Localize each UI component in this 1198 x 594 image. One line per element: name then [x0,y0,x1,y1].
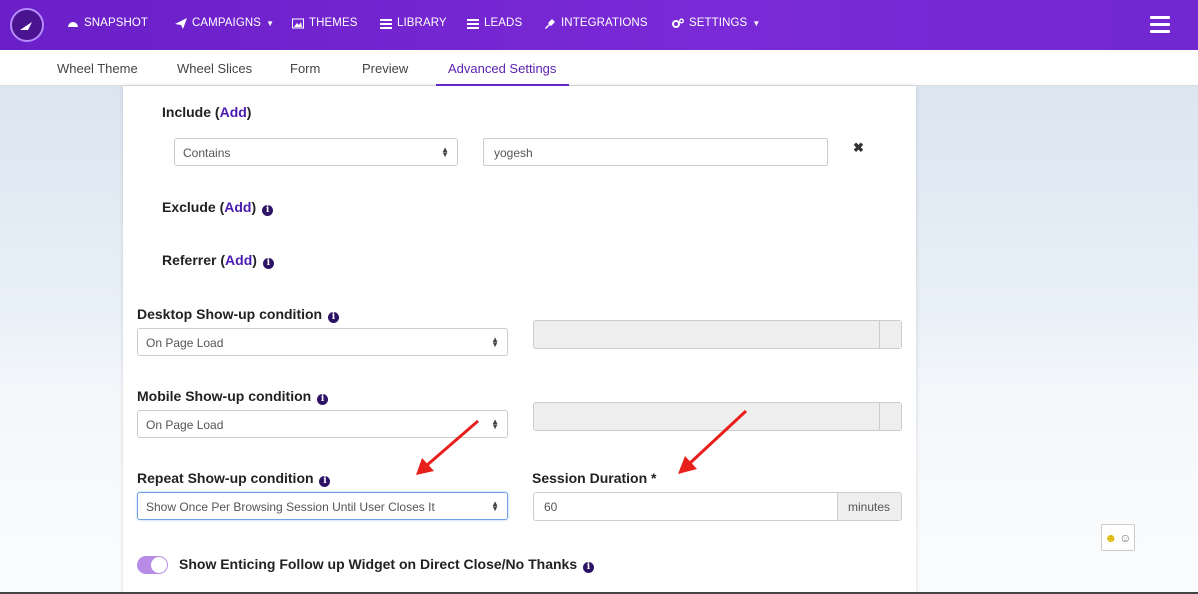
annotation-arrow [416,419,479,475]
toggle-knob [151,557,167,573]
followup-widget-toggle[interactable] [137,556,168,574]
input-addon [879,403,901,430]
nav-leads[interactable]: LEADS [467,17,522,29]
emoji-reaction-button[interactable]: ☻ ☺ [1101,524,1135,551]
tab-form[interactable]: Form [290,61,320,76]
emoji-add-icon: ☻ [1104,530,1118,545]
app-logo[interactable] [10,8,44,42]
nav-themes[interactable]: THEMES [292,17,358,29]
include-add-link[interactable]: Add [220,104,247,120]
gears-icon [672,18,684,28]
list-icon [467,18,479,29]
followup-widget-label: Show Enticing Follow up Widget on Direct… [179,556,594,573]
list-icon [380,18,392,29]
nav-campaigns[interactable]: CAMPAIGNS ▼ [175,17,274,29]
info-icon[interactable]: i [317,394,329,405]
nav-integrations[interactable]: INTEGRATIONS [544,17,648,29]
plug-icon [545,18,555,29]
repeat-condition-label: Repeat Show-up condition i [137,470,331,487]
dashboard-icon [68,21,78,27]
paper-plane-icon [175,17,187,29]
tab-preview[interactable]: Preview [362,61,408,76]
nav-snapshot[interactable]: SNAPSHOT [67,17,148,29]
desktop-condition-label: Desktop Show-up condition i [137,306,339,323]
nav-settings[interactable]: SETTINGS ▼ [672,17,760,29]
repeat-condition-select[interactable]: Show Once Per Browsing Session Until Use… [137,492,508,520]
session-duration-input[interactable]: 60 [533,492,838,521]
referrer-add-link[interactable]: Add [225,252,252,268]
caret-down-icon: ▼ [266,18,275,28]
info-icon[interactable]: i [328,312,339,323]
tab-wheel-slices[interactable]: Wheel Slices [177,61,252,76]
smiley-icon: ☺ [1119,530,1132,545]
caret-down-icon: ▼ [752,18,761,28]
tab-advanced-settings[interactable]: Advanced Settings [448,61,556,76]
nav-library[interactable]: LIBRARY [380,17,447,29]
session-duration-label: Session Duration * [532,470,657,486]
info-icon[interactable]: i [583,562,594,573]
info-icon[interactable]: i [262,205,274,216]
desktop-condition-select[interactable]: On Page Load ▲ ▼ [137,328,508,356]
tab-wheel-theme[interactable]: Wheel Theme [57,61,138,76]
desktop-condition-value-input [533,320,902,349]
exclude-add-link[interactable]: Add [224,199,251,215]
select-arrows-icon: ▲ ▼ [491,335,499,349]
settings-tabs: Wheel Theme Wheel Slices Form Preview Ad… [0,50,1198,86]
info-icon[interactable]: i [319,476,331,487]
include-label: Include (Add) [162,104,252,120]
info-icon[interactable]: i [262,258,274,269]
hamburger-menu-icon[interactable] [1150,16,1170,33]
top-navbar: SNAPSHOT CAMPAIGNS ▼ THEMES LIBRARY LEAD… [0,0,1198,50]
select-arrows-icon: ▲ ▼ [491,417,499,431]
mobile-condition-label: Mobile Show-up condition i [137,388,329,405]
select-arrows-icon: ▲ ▼ [441,145,449,159]
include-value-input[interactable]: yogesh [483,138,828,166]
referrer-label: Referrer (Add) i [162,252,274,269]
exclude-label: Exclude (Add) i [162,199,274,216]
session-duration-unit: minutes [837,492,902,521]
input-addon [879,321,901,348]
annotation-arrow [678,409,748,474]
image-icon [292,18,304,28]
include-rule-select[interactable]: Contains ▲ ▼ [174,138,458,166]
remove-rule-close-icon[interactable]: ✖ [853,140,864,156]
select-arrows-icon: ▲ ▼ [491,499,499,513]
